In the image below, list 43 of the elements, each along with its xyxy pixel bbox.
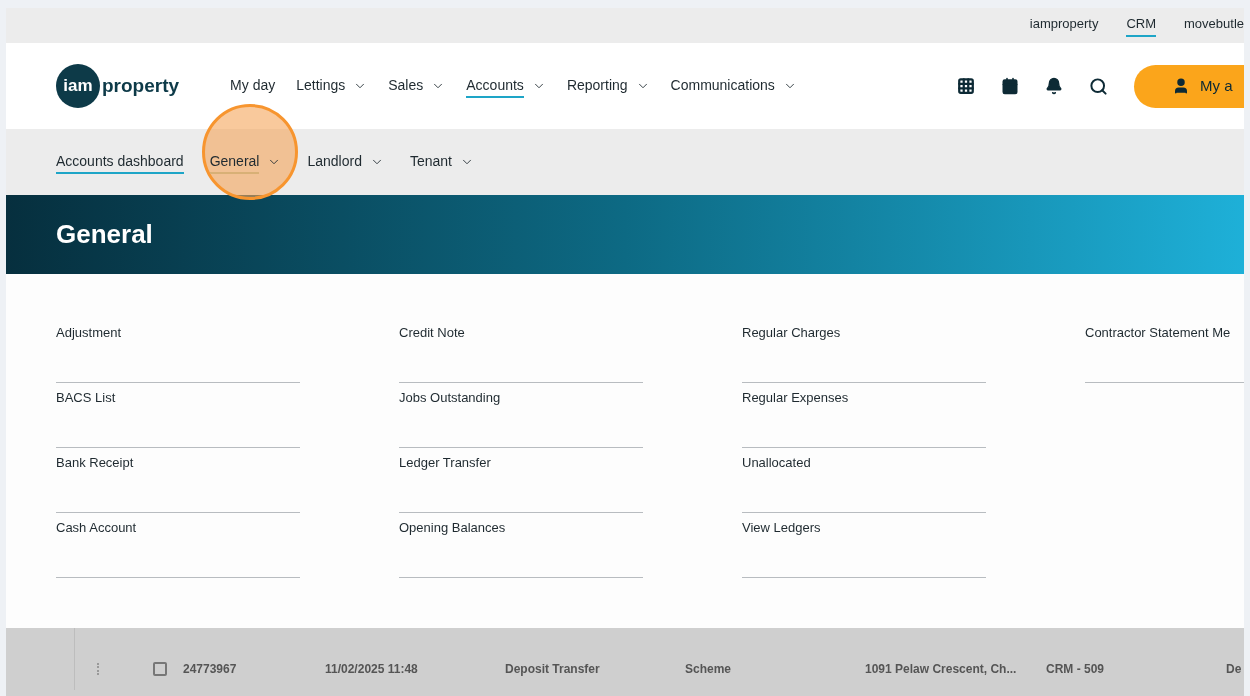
menu-item[interactable]: Adjustment [56,318,300,383]
menu-item[interactable]: Regular Charges [742,318,986,383]
top-link[interactable]: movebutle [1184,14,1244,37]
menu-item[interactable]: BACS List [56,383,300,448]
menu-item[interactable]: Jobs Outstanding [399,383,643,448]
subnav-link[interactable]: Tenant [409,150,474,174]
subnav-link[interactable]: Landlord [307,150,384,174]
table-cell-text: Scheme [685,661,733,678]
calendar-icon[interactable] [1001,77,1019,95]
menu-item[interactable]: Cash Account [56,513,300,578]
nav-link[interactable]: Sales [388,74,446,98]
subnav-link[interactable]: General [209,150,282,174]
banner-title: General [56,218,153,251]
menu-item[interactable]: Opening Balances [399,513,643,578]
nav-link[interactable]: Accounts [466,74,546,98]
apps-grid-icon[interactable] [957,77,975,95]
table-cell-text: 24773967 [183,661,238,678]
menu-item[interactable]: Regular Expenses [742,383,986,448]
account-button[interactable]: My a [1134,64,1244,108]
menu-item[interactable]: Ledger Transfer [399,448,643,513]
nav-link[interactable]: My day [230,74,276,98]
table-cell-text: Deposit Transfer [505,661,601,678]
menu-item[interactable]: Credit Note [399,318,643,383]
nav-link[interactable]: Reporting [566,74,650,98]
logo[interactable]: iam property [56,64,180,108]
menu-item[interactable]: Unallocated [742,448,986,513]
user-icon [1172,77,1190,95]
table-cell-text: 1091 Pelaw Crescent, Ch... [865,661,1018,678]
table-cell-text: 11/02/2025 11:48 [325,661,419,678]
subnav-link[interactable]: Accounts dashboard [56,150,184,174]
nav-link[interactable]: Lettings [296,74,368,98]
menu-item[interactable]: View Ledgers [742,513,986,578]
table-cell-text: CRM - 509 [1046,661,1105,678]
nav-link[interactable]: Communications [670,74,797,98]
top-link[interactable]: iamproperty [1029,14,1099,37]
search-icon[interactable] [1089,76,1108,96]
table-cell-text: De [1226,661,1242,678]
drag-handle-icon[interactable] [97,663,99,675]
menu-item[interactable]: Bank Receipt [56,448,300,513]
top-link[interactable]: CRM [1126,14,1156,37]
menu-item[interactable]: Contractor Statement Me [1085,318,1244,383]
row-checkbox[interactable] [153,662,167,676]
bell-icon[interactable] [1045,77,1063,95]
